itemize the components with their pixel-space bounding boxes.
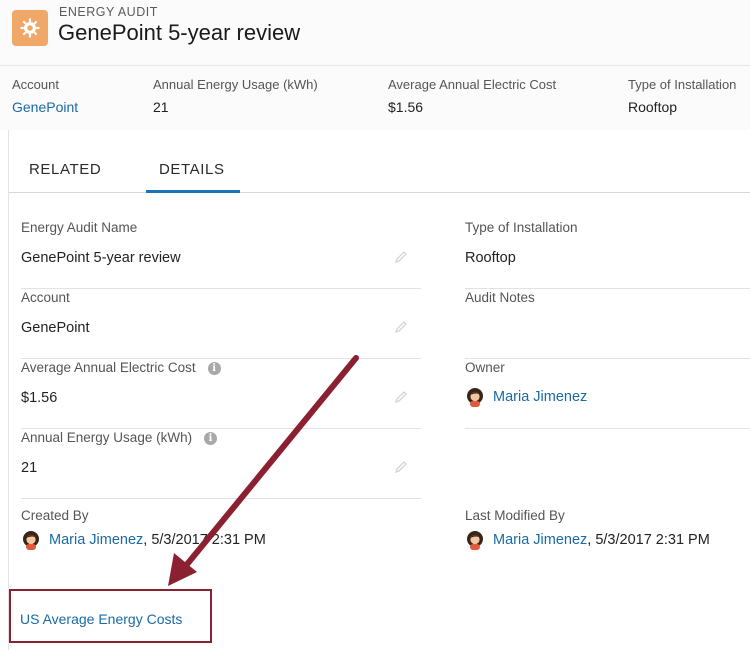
tab-details[interactable]: DETAILS (159, 161, 225, 178)
field-label-row: Average Annual Electric Cost i (21, 360, 221, 375)
field-label: Type of Installation (465, 220, 578, 235)
field-label: Owner (465, 360, 505, 375)
highlight-label: Average Annual Electric Cost (388, 77, 557, 92)
us-average-energy-costs-link[interactable]: US Average Energy Costs (20, 611, 182, 627)
tab-related[interactable]: RELATED (29, 161, 101, 178)
avatar (467, 388, 483, 407)
highlight-electric-cost: Average Annual Electric Cost $1.56 (388, 77, 556, 115)
account-link[interactable]: GenePoint (12, 99, 78, 115)
last-modified-link[interactable]: Maria Jimenez (493, 532, 587, 548)
pencil-icon[interactable] (393, 389, 409, 405)
field-label: Created By (21, 508, 89, 523)
field-label: Account (21, 290, 70, 305)
created-by-row: Maria Jimenez, 5/3/2017 2:31 PM (21, 530, 266, 550)
record-header: ENERGY AUDIT GenePoint 5-year review (0, 0, 750, 66)
highlight-energy-usage: Annual Energy Usage (kWh) 21 (153, 77, 318, 115)
tab-bar: RELATED DETAILS (9, 130, 750, 193)
field-value: Rooftop (465, 250, 516, 266)
account-link[interactable]: GenePoint (21, 320, 90, 336)
field-label: Annual Energy Usage (kWh) (21, 430, 193, 445)
info-icon[interactable]: i (207, 362, 221, 375)
field-divider (465, 358, 750, 359)
created-date: , 5/3/2017 2:31 PM (143, 532, 266, 548)
field-label: Audit Notes (465, 290, 535, 305)
avatar (23, 531, 39, 550)
owner-link[interactable]: Maria Jimenez (493, 389, 587, 405)
field-label: Last Modified By (465, 508, 565, 523)
highlight-label: Annual Energy Usage (kWh) (153, 77, 318, 92)
record-card: RELATED DETAILS Energy Audit Name GenePo… (8, 130, 750, 650)
field-label-row: Annual Energy Usage (kWh) i (21, 430, 218, 445)
pencil-icon[interactable] (393, 459, 409, 475)
field-value: $1.56 (21, 390, 58, 406)
last-modified-row: Maria Jimenez, 5/3/2017 2:31 PM (465, 530, 710, 550)
info-icon[interactable]: i (204, 432, 218, 445)
pencil-icon[interactable] (393, 319, 409, 335)
field-divider (21, 358, 421, 359)
field-divider (21, 288, 421, 289)
highlight-label: Type of Installation (628, 77, 737, 92)
highlight-value: Rooftop (628, 99, 678, 115)
highlights-panel: Account GenePoint Annual Energy Usage (k… (0, 66, 750, 130)
active-tab-indicator (146, 190, 240, 193)
highlight-value: 21 (153, 99, 169, 115)
field-label: Energy Audit Name (21, 220, 138, 235)
owner-row: Maria Jimenez (465, 387, 587, 407)
highlight-account: Account GenePoint (12, 77, 78, 115)
field-value: GenePoint 5-year review (21, 250, 181, 266)
field-divider (21, 498, 421, 499)
page-title: GenePoint 5-year review (58, 20, 301, 45)
field-divider (465, 428, 750, 429)
highlight-installation-type: Type of Installation Rooftop (628, 77, 736, 115)
created-by-link[interactable]: Maria Jimenez (49, 532, 143, 548)
field-value: 21 (21, 460, 38, 476)
gear-icon (20, 18, 40, 38)
avatar (467, 531, 483, 550)
field-divider (21, 428, 421, 429)
object-icon (12, 10, 48, 46)
object-type-label: ENERGY AUDIT (59, 5, 158, 19)
field-divider (465, 288, 750, 289)
highlight-label: Account (12, 77, 59, 92)
field-label: Average Annual Electric Cost (21, 360, 196, 375)
highlight-value: $1.56 (388, 99, 424, 115)
last-modified-date: , 5/3/2017 2:31 PM (587, 532, 710, 548)
pencil-icon[interactable] (393, 249, 409, 265)
